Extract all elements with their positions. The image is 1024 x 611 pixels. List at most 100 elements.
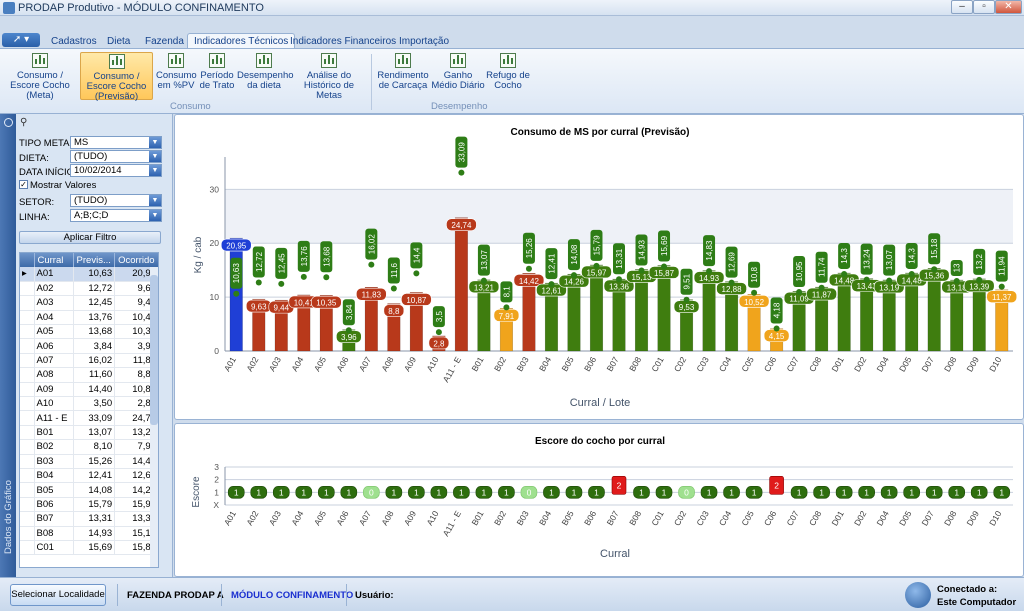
tab-dieta[interactable]: Dieta [100, 33, 137, 48]
forecast-marker[interactable] [751, 289, 758, 296]
table-row[interactable]: A10 3,50 2,80 [20, 396, 158, 412]
forecast-marker[interactable] [818, 284, 825, 291]
forecast-marker[interactable] [661, 263, 668, 270]
forecast-marker[interactable] [976, 276, 983, 283]
forecast-marker[interactable] [886, 277, 893, 284]
forecast-marker[interactable] [773, 325, 780, 332]
consumo-pv-button[interactable]: Consumo em %PV [156, 52, 197, 100]
forecast-marker[interactable] [796, 288, 803, 295]
col-curral-header[interactable]: Curral [34, 253, 74, 267]
table-row[interactable]: A08 11,60 8,80 [20, 367, 158, 383]
table-row[interactable]: A09 14,40 10,87 [20, 382, 158, 398]
forecast-marker[interactable] [998, 283, 1005, 290]
tab-indicadores-tecnicos[interactable]: Indicadores Técnicos [187, 33, 296, 48]
forecast-marker[interactable] [953, 277, 960, 284]
table-row[interactable]: A04 13,76 10,41 [20, 310, 158, 326]
forecast-marker[interactable] [570, 272, 577, 279]
table-row[interactable]: A07 16,02 11,83 [20, 353, 158, 369]
forecast-marker[interactable] [390, 285, 397, 292]
data-panel-strip[interactable]: Dados do Gráfico [0, 114, 16, 577]
forecast-marker[interactable] [368, 261, 375, 268]
cell-previsao: 3,50 [73, 396, 116, 412]
forecast-marker[interactable] [863, 276, 870, 283]
table-row[interactable]: A03 12,45 9,44 [20, 295, 158, 311]
bar[interactable] [454, 217, 468, 352]
col-previsao-header[interactable]: Previs... [73, 253, 116, 267]
mostrar-valores-checkbox[interactable]: ✓ [19, 180, 28, 189]
tab-indicadores-financeiros[interactable]: Indicadores Financeiros [283, 33, 403, 48]
forecast-marker[interactable] [345, 327, 352, 334]
escore-chart: Escore do cocho por curral Escore Curral… [191, 436, 1013, 560]
forecast-marker[interactable] [931, 266, 938, 273]
score-label: 0 [527, 487, 532, 497]
forecast-marker[interactable] [908, 270, 915, 277]
forecast-marker[interactable] [683, 296, 690, 303]
rendimento-carcaca-button[interactable]: Rendimento de Carcaça [377, 52, 429, 100]
app-menu-button[interactable]: ➚ ▾ [2, 33, 40, 47]
linha-select[interactable]: A;B;C;D ▼ [70, 209, 162, 222]
tab-fazenda[interactable]: Fazenda [138, 33, 191, 48]
table-row[interactable]: B05 14,08 14,26 [20, 482, 158, 498]
data-inicio-field[interactable]: 10/02/2014 ▼ [70, 164, 162, 177]
tab-cadastros[interactable]: Cadastros [44, 33, 104, 48]
table-row[interactable]: B03 15,26 14,42 [20, 454, 158, 469]
consumo-escore-meta-button[interactable]: Consumo / Escore Cocho (Meta) [3, 52, 77, 101]
forecast-marker[interactable] [323, 274, 330, 281]
forecast-marker[interactable] [480, 277, 487, 284]
expand-panel-icon[interactable] [4, 118, 13, 127]
maximize-button[interactable]: ▫ [973, 0, 995, 14]
table-row[interactable]: A11 - E 33,09 24,74 [20, 410, 158, 426]
forecast-marker[interactable] [548, 281, 555, 288]
dieta-select[interactable]: (TUDO) ▼ [70, 150, 162, 163]
data-label: 10,87 [406, 296, 427, 305]
setor-select[interactable]: (TUDO) ▼ [70, 194, 162, 207]
ganho-medio-diario-button[interactable]: Ganho Médio Diário [431, 52, 485, 100]
table-row[interactable]: A06 3,84 3,96 [20, 338, 158, 354]
minimize-button[interactable]: – [951, 0, 973, 14]
forecast-marker[interactable] [638, 267, 645, 274]
grid-scroll-thumb[interactable] [150, 275, 158, 425]
close-button[interactable]: ✕ [995, 0, 1022, 14]
data-grid[interactable]: Curral Previs... Ocorrido ▸ A01 10,63 20,95… [19, 252, 159, 568]
forecast-marker[interactable] [278, 280, 285, 287]
forecast-marker[interactable] [458, 169, 465, 176]
table-row[interactable]: B02 8,10 7,91 [20, 439, 158, 455]
forecast-marker[interactable] [300, 273, 307, 280]
cell-curral: A08 [34, 367, 74, 383]
forecast-marker[interactable] [503, 304, 510, 311]
pin-icon[interactable]: ⚲ [20, 117, 38, 129]
x-tick-label: B07 [605, 509, 621, 527]
refugo-cocho-button[interactable]: Refugo de Cocho [486, 52, 530, 100]
cell-curral: B02 [34, 439, 74, 455]
forecast-marker[interactable] [616, 276, 622, 283]
data-label: 15,18 [930, 238, 939, 259]
table-row[interactable]: B07 13,31 13,36 [20, 511, 158, 527]
forecast-marker[interactable] [525, 265, 532, 272]
desempenho-dieta-button[interactable]: Desempenho da dieta [237, 52, 294, 100]
table-row[interactable]: A02 12,72 9,63 [20, 281, 158, 297]
table-row[interactable]: C01 15,69 15,87 [20, 540, 158, 556]
forecast-marker[interactable] [435, 329, 442, 336]
table-row[interactable]: A05 13,68 10,35 [20, 324, 158, 340]
tipo-meta-select[interactable]: MS ▼ [70, 136, 162, 149]
select-location-button[interactable]: Selecionar Localidade [10, 584, 106, 606]
forecast-marker[interactable] [413, 270, 420, 277]
forecast-marker[interactable] [728, 279, 735, 286]
historico-metas-button[interactable]: Análise do Histórico de Metas [292, 52, 366, 101]
apply-filter-button[interactable]: Aplicar Filtro [19, 231, 161, 244]
forecast-marker[interactable] [706, 268, 713, 275]
forecast-marker[interactable] [233, 290, 240, 297]
col-ocorrido-header[interactable]: Ocorrido [114, 253, 158, 267]
forecast-marker[interactable] [255, 279, 262, 286]
tab-importacao[interactable]: Importação [392, 33, 456, 48]
table-row[interactable]: ▸ A01 10,63 20,95 [20, 267, 158, 282]
table-row[interactable]: B04 12,41 12,61 [20, 468, 158, 484]
table-row[interactable]: B06 15,79 15,97 [20, 497, 158, 513]
forecast-marker[interactable] [593, 262, 600, 269]
periodo-trato-button[interactable]: Período de Trato [199, 52, 235, 100]
forecast-marker[interactable] [841, 270, 848, 277]
table-row[interactable]: B01 13,07 13,21 [20, 425, 158, 441]
row-indicator: ▸ [20, 267, 35, 282]
consumo-escore-previsao-button[interactable]: Consumo / Escore Cocho (Previsão) [80, 52, 153, 102]
table-row[interactable]: B08 14,93 15,13 [20, 526, 158, 541]
